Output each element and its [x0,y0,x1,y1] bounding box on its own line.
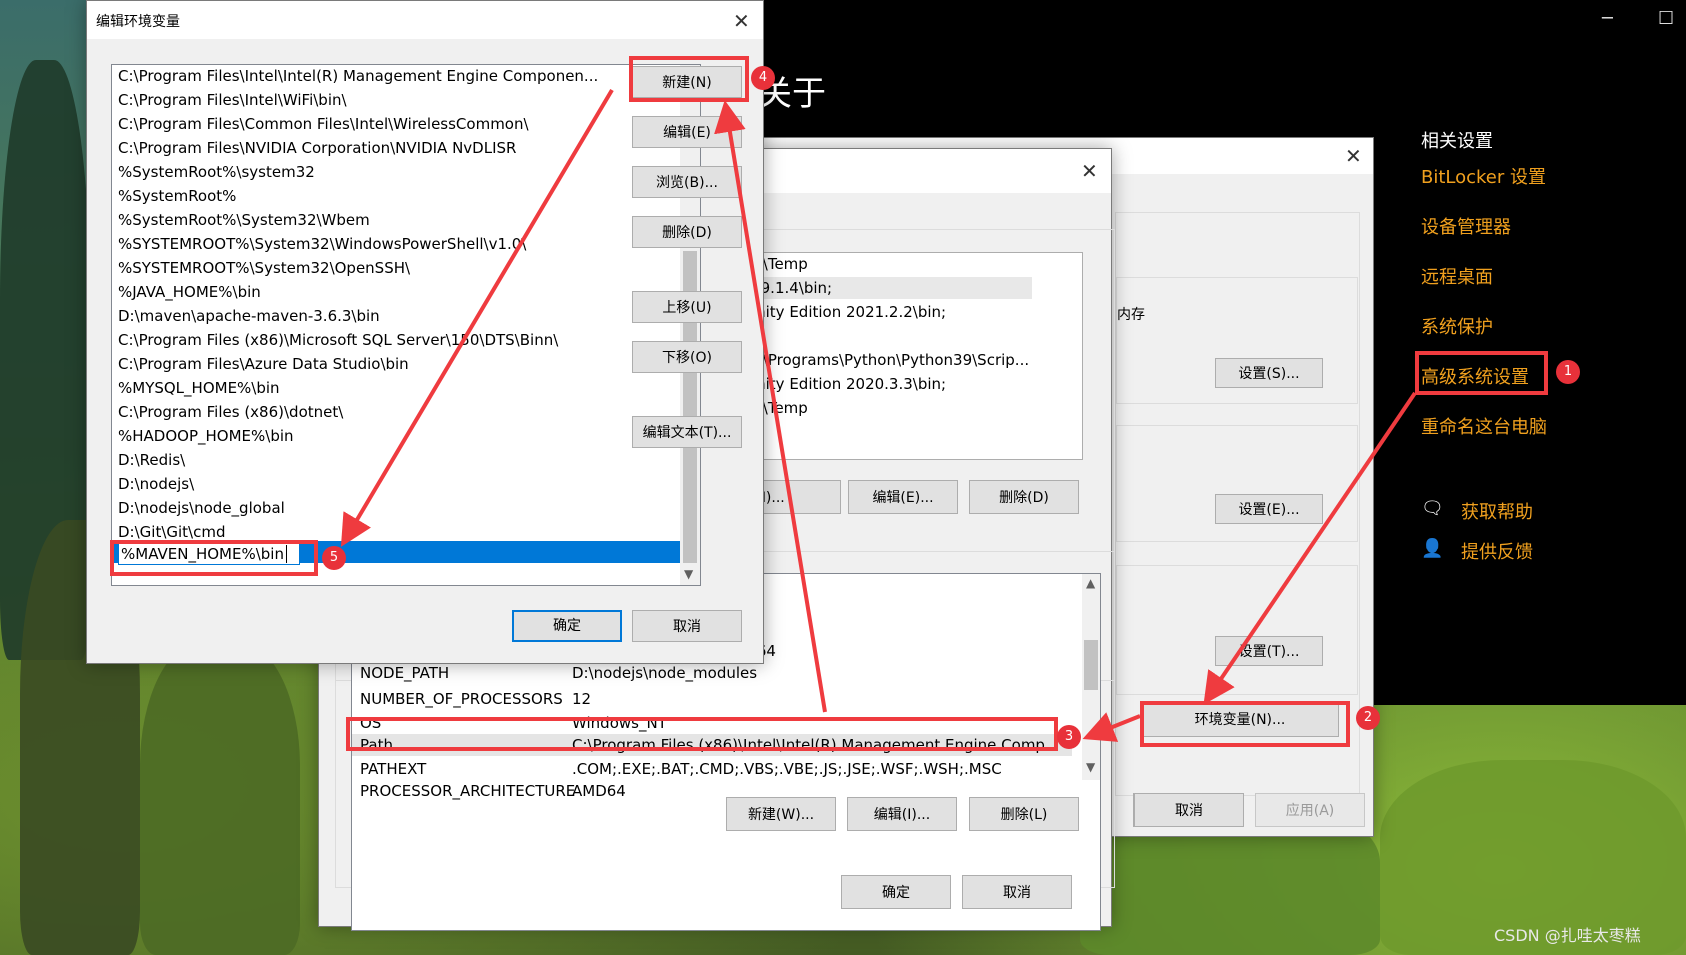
arrow-4-to-5 [340,88,614,547]
annotation-arrows [340,88,1417,742]
watermark: CSDN @扎哇太枣糕 [1494,926,1641,945]
arrow-2-to-3 [1082,712,1141,742]
arrow-1-to-2 [1203,391,1417,705]
arrow-3-to-4 [714,100,827,713]
